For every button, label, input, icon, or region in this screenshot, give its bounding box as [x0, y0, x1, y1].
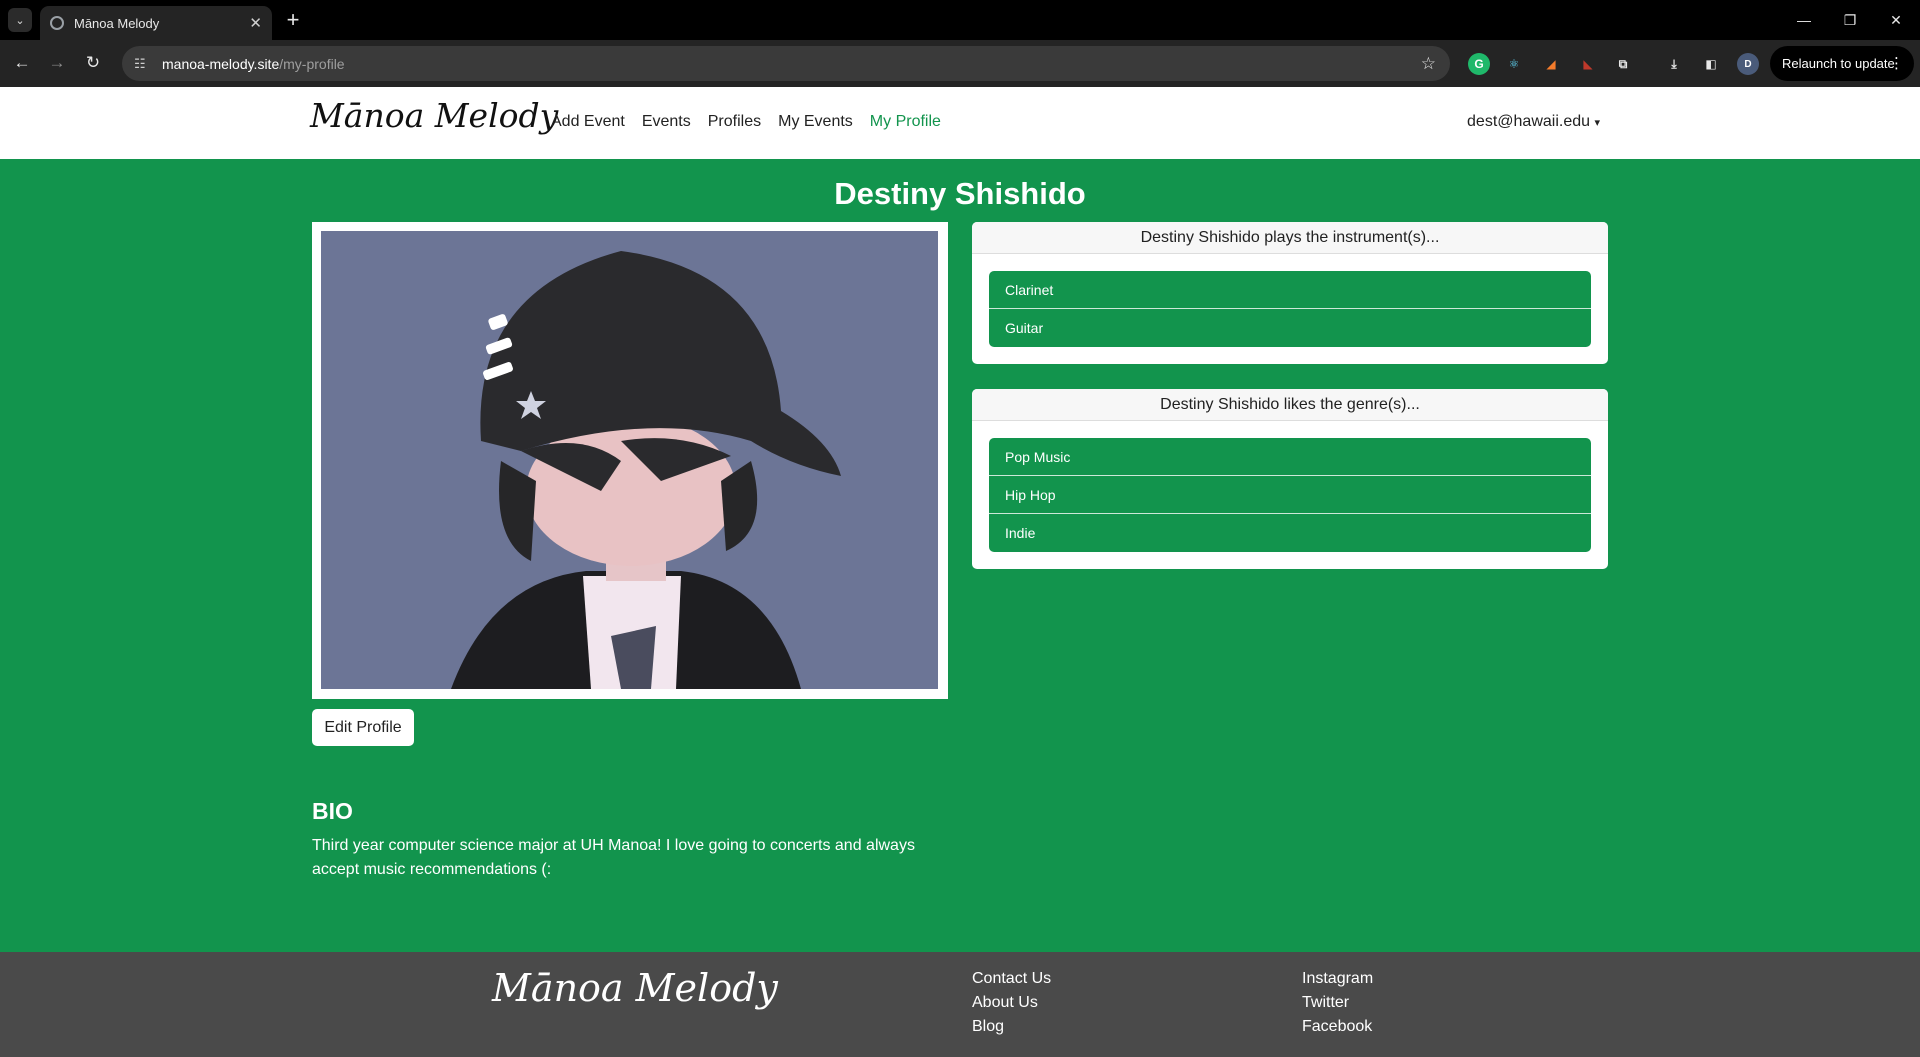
side-panel-icon[interactable]: ◧: [1700, 53, 1722, 75]
bio-heading: BIO: [312, 798, 353, 824]
footer-twitter-link[interactable]: Twitter: [1302, 993, 1373, 1012]
nav-my-profile[interactable]: My Profile: [870, 113, 941, 131]
address-bar[interactable]: ☷ manoa-melody.site /my-profile ☆: [122, 46, 1450, 81]
caret-down-icon: ▾: [1594, 117, 1600, 129]
genres-panel: Destiny Shishido likes the genre(s)... P…: [972, 389, 1608, 569]
footer-contact-link[interactable]: Contact Us: [972, 969, 1051, 988]
footer-facebook-link[interactable]: Facebook: [1302, 1017, 1373, 1036]
favicon-icon: [50, 16, 64, 30]
restore-icon[interactable]: ❐: [1828, 6, 1872, 34]
site-navbar: Mānoa Melody Add Event Events Profiles M…: [0, 87, 1920, 159]
list-item-genre: Hip Hop: [989, 476, 1591, 514]
nav-add-event[interactable]: Add Event: [551, 113, 625, 131]
nav-profiles[interactable]: Profiles: [708, 113, 761, 131]
browser-toolbar: ← → ↻ ☷ manoa-melody.site /my-profile ☆ …: [0, 40, 1920, 87]
user-email: dest@hawaii.edu: [1467, 113, 1591, 130]
react-devtools-icon[interactable]: ⚛: [1503, 53, 1525, 75]
nav-events[interactable]: Events: [642, 113, 691, 131]
instruments-panel: Destiny Shishido plays the instrument(s)…: [972, 222, 1608, 364]
tab-close-icon[interactable]: ✕: [249, 14, 262, 32]
relaunch-button[interactable]: Relaunch to update ⋮: [1770, 46, 1914, 81]
site-info-icon[interactable]: ☷: [134, 56, 152, 72]
grammarly-icon[interactable]: G: [1468, 53, 1490, 75]
bookmark-star-icon[interactable]: ☆: [1421, 54, 1436, 74]
menu-dots-icon[interactable]: ⋮: [1889, 54, 1904, 72]
nav-my-events[interactable]: My Events: [778, 113, 853, 131]
user-dropdown[interactable]: dest@hawaii.edu ▾: [1467, 113, 1600, 131]
list-item-genre: Pop Music: [989, 438, 1591, 476]
profile-avatar[interactable]: D: [1737, 53, 1759, 75]
bio-text: Third year computer science major at UH …: [312, 837, 915, 878]
site-footer: Mānoa Melody Contact Us About Us Blog In…: [0, 952, 1920, 1057]
list-item-instrument: Clarinet: [989, 271, 1591, 309]
browser-tab[interactable]: Mānoa Melody ✕: [40, 6, 272, 40]
extensions-puzzle-icon[interactable]: ⧉: [1612, 53, 1634, 75]
tab-title: Mānoa Melody: [74, 15, 160, 31]
tab-search-icon[interactable]: ⌄: [8, 8, 32, 32]
profile-photo: [321, 231, 938, 689]
footer-blog-link[interactable]: Blog: [972, 1017, 1051, 1036]
nav-links: Add Event Events Profiles My Events My P…: [551, 113, 958, 131]
navbar-brand[interactable]: Mānoa Melody: [310, 96, 558, 135]
footer-about-link[interactable]: About Us: [972, 993, 1051, 1012]
edit-profile-button[interactable]: Edit Profile: [312, 709, 414, 746]
profile-photo-card: [312, 222, 948, 699]
list-item-genre: Indie: [989, 514, 1591, 552]
window-close-icon[interactable]: ✕: [1874, 6, 1918, 34]
download-icon[interactable]: ⤓: [1663, 53, 1685, 75]
forward-icon[interactable]: →: [43, 49, 71, 77]
footer-brand: Mānoa Melody: [492, 966, 778, 1010]
footer-instagram-link[interactable]: Instagram: [1302, 969, 1373, 988]
reload-icon[interactable]: ↻: [79, 49, 107, 77]
footer-links-col1: Contact Us About Us Blog: [972, 969, 1051, 1036]
back-icon[interactable]: ←: [8, 49, 36, 77]
url-host: manoa-melody.site: [162, 55, 280, 72]
relaunch-label: Relaunch to update: [1782, 56, 1895, 71]
profile-name-heading: Destiny Shishido: [834, 176, 1086, 211]
instruments-heading: Destiny Shishido plays the instrument(s)…: [972, 222, 1608, 254]
url-path: /my-profile: [279, 55, 345, 72]
minimize-icon[interactable]: —: [1782, 6, 1826, 34]
footer-links-col2: Instagram Twitter Facebook: [1302, 969, 1373, 1036]
extension-icon[interactable]: ◢: [1540, 53, 1562, 75]
browser-tabstrip: ⌄ Mānoa Melody ✕ + — ❐ ✕: [0, 0, 1920, 40]
new-tab-icon[interactable]: +: [280, 7, 306, 33]
extension-icon-2[interactable]: ◣: [1577, 53, 1599, 75]
genres-heading: Destiny Shishido likes the genre(s)...: [972, 389, 1608, 421]
list-item-instrument: Guitar: [989, 309, 1591, 347]
